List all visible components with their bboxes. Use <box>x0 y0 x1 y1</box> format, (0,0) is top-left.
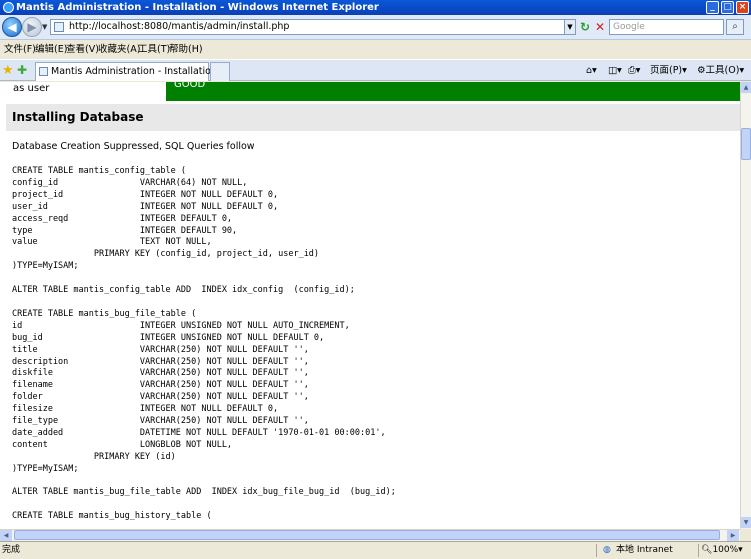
search-input[interactable]: Google <box>609 19 724 35</box>
address-url: http://localhost:8080/mantis/admin/insta… <box>69 21 290 32</box>
stop-button[interactable]: ✕ <box>593 19 607 35</box>
feeds-icon[interactable]: ◫▾ <box>608 64 622 78</box>
minimize-button[interactable]: _ <box>706 1 719 14</box>
home-icon[interactable]: ⌂▾ <box>586 64 597 78</box>
scroll-right-arrow-icon[interactable]: ▶ <box>727 530 739 541</box>
intranet-globe-icon: ◍ <box>603 545 611 555</box>
sql-queries: CREATE TABLE mantis_config_table ( confi… <box>12 166 396 523</box>
scrollbar-corner <box>740 529 751 541</box>
refresh-button[interactable]: ↻ <box>578 19 592 35</box>
sql-line: CREATE TABLE mantis_bug_history_table ( <box>12 511 212 522</box>
sql-line: PRIMARY KEY (id) <box>12 451 176 462</box>
sql-line: project_id INTEGER NOT NULL DEFAULT 0, <box>12 189 279 200</box>
scroll-up-arrow-icon[interactable]: ▲ <box>741 82 751 93</box>
zoom-level[interactable]: 🔍︎100%▾ <box>701 542 743 559</box>
title-bar: Mantis Administration - Installation - W… <box>0 0 751 15</box>
status-good-cell: GOOD <box>166 82 740 101</box>
page-menu-label: 页面(P) <box>650 65 683 76</box>
forward-button[interactable]: ▶ <box>22 17 42 37</box>
menu-favorites[interactable]: 收藏夹(A) <box>98 43 140 56</box>
sql-line: title VARCHAR(250) NOT NULL DEFAULT '', <box>12 344 309 355</box>
creation-note: Database Creation Suppressed, SQL Querie… <box>12 141 255 152</box>
favorites-star-icon[interactable]: ★ <box>2 64 14 77</box>
sql-line: )TYPE=MyISAM; <box>12 463 79 474</box>
status-bar: 完成 ◍ 本地 Intranet 🔍︎100%▾ <box>0 541 751 559</box>
sql-line: PRIMARY KEY (config_id, project_id, user… <box>12 249 320 260</box>
sql-line: type INTEGER DEFAULT 90, <box>12 225 238 236</box>
sql-line: )TYPE=MyISAM; <box>12 261 79 272</box>
status-divider <box>698 544 699 557</box>
window-title: Mantis Administration - Installation - W… <box>16 2 379 13</box>
tab-mantis-installation[interactable]: Mantis Administration - Installation <box>35 62 217 81</box>
vertical-scroll-thumb[interactable] <box>741 128 751 160</box>
tools-menu-label: 工具(O) <box>705 65 740 76</box>
status-text: 完成 <box>2 545 21 555</box>
address-toolbar: ◀ ▶ ▼ http://localhost:8080/mantis/admin… <box>0 15 751 40</box>
sql-line: description VARCHAR(250) NOT NULL DEFAUL… <box>12 356 309 367</box>
page-content: as user GOOD Installing Database Databas… <box>0 82 740 529</box>
menu-edit[interactable]: 编辑(E) <box>35 43 67 56</box>
menu-file[interactable]: 文件(F) <box>4 43 36 56</box>
sql-line: filename VARCHAR(250) NOT NULL DEFAULT '… <box>12 380 309 391</box>
maximize-button[interactable]: □ <box>721 1 734 14</box>
ie-logo-icon <box>3 2 14 13</box>
sql-line: CREATE TABLE mantis_config_table ( <box>12 166 186 176</box>
sql-line: file_type VARCHAR(250) NOT NULL DEFAULT … <box>12 416 309 427</box>
sql-line: access_reqd INTEGER DEFAULT 0, <box>12 213 233 224</box>
add-favorite-icon[interactable]: ✚ <box>17 64 27 77</box>
horizontal-scroll-thumb[interactable] <box>14 530 720 540</box>
scroll-down-arrow-icon[interactable]: ▼ <box>741 517 751 528</box>
sql-line: ALTER TABLE mantis_config_table ADD INDE… <box>12 285 355 296</box>
print-icon[interactable]: ⎙▾ <box>628 64 640 78</box>
page-heading: Installing Database <box>6 104 740 131</box>
zoom-icon: 🔍︎ <box>701 545 713 555</box>
new-tab-button[interactable] <box>210 62 230 81</box>
address-bar[interactable]: http://localhost:8080/mantis/admin/insta… <box>50 19 572 35</box>
sql-line: ALTER TABLE mantis_bug_file_table ADD IN… <box>12 487 396 498</box>
address-dropdown-button[interactable]: ▼ <box>564 19 576 35</box>
check-label-cell: as user <box>6 82 166 101</box>
menu-tools[interactable]: 工具(T) <box>138 43 170 56</box>
menu-help[interactable]: 帮助(H) <box>169 43 203 56</box>
back-button[interactable]: ◀ <box>2 17 22 37</box>
zoom-value: 100% <box>712 545 739 555</box>
security-zone[interactable]: 本地 Intranet <box>616 542 673 559</box>
sql-line: id INTEGER UNSIGNED NOT NULL AUTO_INCREM… <box>12 320 350 331</box>
sql-line: value TEXT NOT NULL, <box>12 237 212 248</box>
page-icon <box>54 22 64 32</box>
sql-line: diskfile VARCHAR(250) NOT NULL DEFAULT '… <box>12 368 309 379</box>
tools-gear-icon: ⚙ <box>697 65 706 76</box>
sql-line: CREATE TABLE mantis_bug_file_table ( <box>12 308 197 319</box>
page-icon <box>39 67 48 76</box>
menu-bar: 文件(F) 编辑(E) 查看(V) 收藏夹(A) 工具(T) 帮助(H) <box>0 41 751 58</box>
close-button[interactable]: × <box>736 1 749 14</box>
sql-line: bug_id INTEGER UNSIGNED NOT NULL DEFAULT… <box>12 332 325 343</box>
tools-menu-button[interactable]: ⚙工具(O)▾ <box>697 64 744 78</box>
tab-title: Mantis Administration - Installation <box>51 66 217 77</box>
sql-line: user_id INTEGER NOT NULL DEFAULT 0, <box>12 201 279 212</box>
sql-line: date_added DATETIME NOT NULL DEFAULT '19… <box>12 427 386 438</box>
tab-bar: ★ ✚ Mantis Administration - Installation… <box>0 59 751 81</box>
page-menu-button[interactable]: 页面(P)▾ <box>650 64 687 78</box>
sql-line: config_id VARCHAR(64) NOT NULL, <box>12 177 248 188</box>
sql-line: content LONGBLOB NOT NULL, <box>12 439 233 450</box>
status-divider <box>596 544 597 557</box>
sql-line: filesize INTEGER NOT NULL DEFAULT 0, <box>12 404 279 415</box>
menu-view[interactable]: 查看(V) <box>66 43 99 56</box>
search-icon[interactable]: ⌕ <box>726 19 744 35</box>
sql-line: folder VARCHAR(250) NOT NULL DEFAULT '', <box>12 392 309 403</box>
scroll-left-arrow-icon[interactable]: ◀ <box>0 530 12 541</box>
history-dropdown-icon[interactable]: ▼ <box>42 23 50 31</box>
